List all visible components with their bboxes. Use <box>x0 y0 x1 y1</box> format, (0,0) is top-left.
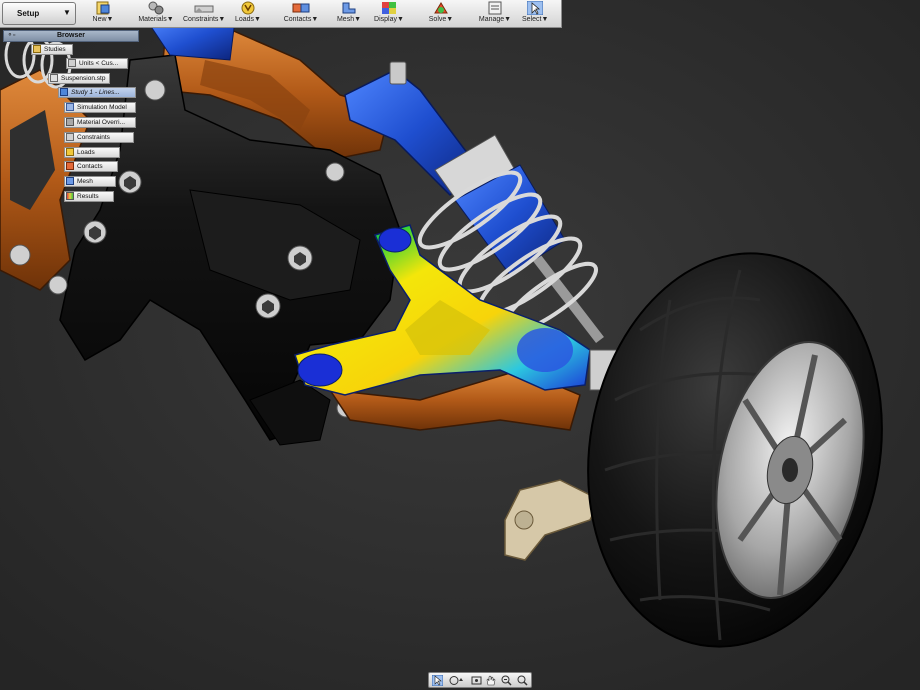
browser-title: Browser <box>56 32 85 39</box>
tree-node-study-1[interactable]: Study 1 - Lines... <box>58 87 136 98</box>
zoom-icon[interactable] <box>517 675 528 686</box>
manage-button-label: Manage▼ <box>478 16 512 23</box>
solve-icon <box>434 2 448 14</box>
tree-node-mesh[interactable]: Mesh <box>64 176 116 187</box>
constraints-button[interactable]: Constraints▼ <box>183 1 225 27</box>
units-icon <box>68 59 76 67</box>
zoom-window-icon[interactable] <box>501 675 512 686</box>
manage-button[interactable]: Manage▼ <box>478 1 512 27</box>
display-button[interactable]: Display▼ <box>374 1 404 27</box>
tree-node-suspension-file[interactable]: Suspension.stp <box>48 73 110 84</box>
select-button[interactable]: Select▼ <box>522 1 548 27</box>
display-button-label: Display▼ <box>374 16 404 23</box>
tree-node-constraints[interactable]: Constraints <box>64 132 134 143</box>
new-button[interactable]: New▼ <box>88 1 118 27</box>
tree-node-contacts[interactable]: Contacts <box>64 161 118 172</box>
solve-button[interactable]: Solve▼ <box>427 1 455 27</box>
contacts-button[interactable]: Contacts▼ <box>282 1 320 27</box>
studies-folder-icon <box>33 45 41 53</box>
setup-tab-label: Setup <box>17 9 40 18</box>
select-icon[interactable] <box>432 675 443 686</box>
new-study-icon <box>96 1 110 15</box>
mesh-button-label: Mesh▼ <box>336 16 362 23</box>
navigation-bar <box>428 672 532 688</box>
ribbon-toolbar: Setup ▼ New▼ Materials▼ Constraints▼ Loa… <box>0 0 562 28</box>
constraints-icon <box>66 133 74 141</box>
mesh-icon <box>66 177 74 185</box>
tree-node-material-overrides[interactable]: Material Overri... <box>64 117 136 128</box>
loads-button[interactable]: Loads▼ <box>233 1 263 27</box>
materials-button[interactable]: Materials▼ <box>138 1 174 27</box>
constraints-button-label: Constraints▼ <box>183 16 226 23</box>
new-button-label: New▼ <box>92 16 114 23</box>
contacts-icon <box>66 162 74 170</box>
loads-button-label: Loads▼ <box>234 16 261 23</box>
simulation-model-icon <box>66 103 74 111</box>
contacts-button-label: Contacts▼ <box>283 16 319 23</box>
study-icon <box>60 88 68 96</box>
mesh-button[interactable]: Mesh▼ <box>336 1 362 27</box>
tree-node-units[interactable]: Units < Cus... <box>66 58 128 69</box>
chevron-down-icon: ▼ <box>63 8 71 17</box>
fit-view-icon[interactable] <box>471 675 482 686</box>
pan-orbit-icon[interactable] <box>449 675 465 686</box>
model-viewport[interactable] <box>0 0 920 690</box>
display-icon <box>382 2 396 14</box>
browser-panel-header[interactable]: ⚬▫ Browser <box>3 30 139 42</box>
contacts-icon <box>292 3 310 13</box>
tree-node-loads[interactable]: Loads <box>64 147 120 158</box>
pan-hand-icon[interactable] <box>485 675 496 686</box>
select-cursor-icon <box>527 1 543 15</box>
materials-button-label: Materials▼ <box>138 16 174 23</box>
tree-node-results[interactable]: Results <box>64 191 114 202</box>
tree-node-studies[interactable]: Studies <box>31 44 73 55</box>
manage-icon <box>488 1 502 15</box>
mesh-icon <box>342 2 356 14</box>
results-icon <box>66 192 74 200</box>
solve-button-label: Solve▼ <box>428 16 454 23</box>
constraints-icon <box>194 5 214 13</box>
setup-tab[interactable]: Setup ▼ <box>2 2 76 25</box>
loads-icon <box>241 1 255 15</box>
materials-icon <box>148 1 164 15</box>
loads-icon <box>66 148 74 156</box>
material-override-icon <box>66 118 74 126</box>
tree-node-simulation-model[interactable]: Simulation Model <box>64 102 136 113</box>
select-button-label: Select▼ <box>522 16 549 23</box>
part-file-icon <box>50 74 58 82</box>
